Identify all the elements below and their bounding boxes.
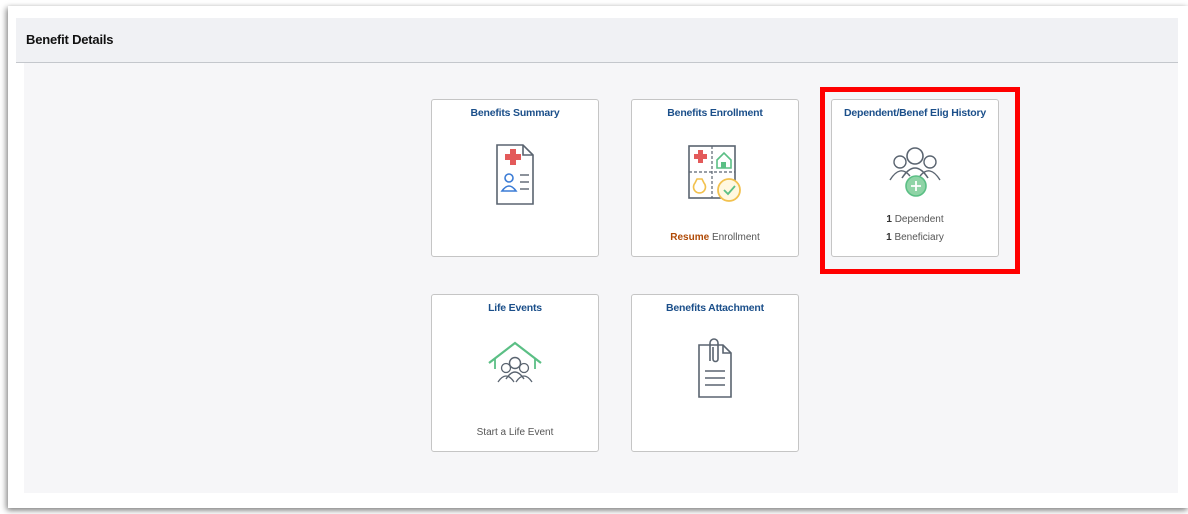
tile-benefits-enrollment[interactable]: Benefits Enrollment Resume Enrollment — [631, 99, 799, 257]
house-family-icon — [485, 339, 545, 402]
resume-label: Resume — [670, 232, 710, 243]
enrollment-label: Enrollment — [711, 232, 760, 243]
tile-title: Benefits Attachment — [666, 302, 764, 314]
enrollment-checklist-icon — [685, 142, 745, 211]
life-event-action: Start a Life Event — [476, 427, 554, 438]
page-title: Benefit Details — [26, 32, 114, 47]
paperclip-document-icon — [693, 337, 737, 406]
tile-benefits-summary[interactable]: Benefits Summary — [431, 99, 599, 257]
tile-title: Life Events — [488, 302, 542, 314]
enrollment-status: Resume Enrollment — [632, 232, 798, 243]
tile-benefits-attachment[interactable]: Benefits Attachment — [631, 294, 799, 452]
highlight-box — [820, 87, 1020, 274]
tile-title: Benefits Enrollment — [667, 107, 763, 119]
page-header: Benefit Details — [16, 18, 1178, 63]
tile-title: Benefits Summary — [470, 107, 560, 119]
document-medical-icon — [493, 142, 537, 213]
tile-life-events[interactable]: Life Events Start a Life Event — [431, 294, 599, 452]
